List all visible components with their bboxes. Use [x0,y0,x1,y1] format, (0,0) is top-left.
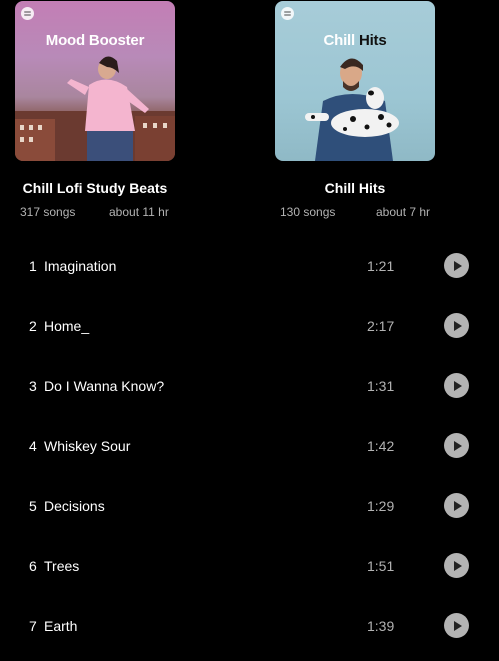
playlist-duration: about 11 hr [109,205,169,219]
playlist-duration: about 7 hr [376,205,431,219]
track-number: 1 [29,258,37,274]
song-count: 130 songs [280,205,336,219]
play-icon[interactable] [444,313,469,338]
playlist-row: Mood Booster Chill Lofi Study Beats 317 … [0,0,499,236]
playlist-cover-mood-booster[interactable]: Mood Booster [15,1,175,161]
play-icon[interactable] [444,613,469,638]
playlist-cover-chill-hits[interactable]: Chill Hits [275,1,435,161]
track-row[interactable]: 6 Trees 1:51 [0,536,499,596]
track-number: 6 [29,558,37,574]
play-icon[interactable] [444,373,469,398]
playlist-meta: 130 songs about 7 hr [270,205,440,219]
playlist-title[interactable]: Chill Lofi Study Beats [10,180,180,196]
track-number: 7 [29,618,37,634]
play-icon[interactable] [444,433,469,458]
cover-photo [305,58,399,161]
track-duration: 1:21 [367,258,395,274]
track-number: 2 [29,318,37,334]
playlist-card-chill-lofi[interactable]: Mood Booster Chill Lofi Study Beats 317 … [10,1,180,219]
track-duration: 1:39 [367,618,395,634]
track-duration: 1:51 [367,558,395,574]
track-row[interactable]: 1 Imagination 1:21 [0,236,499,296]
play-icon[interactable] [444,553,469,578]
track-title[interactable]: Imagination [44,258,116,274]
cover-photo [15,56,175,161]
track-row[interactable]: 4 Whiskey Sour 1:42 [0,416,499,476]
track-title[interactable]: Do I Wanna Know? [44,378,164,394]
track-row[interactable]: 3 Do I Wanna Know? 1:31 [0,356,499,416]
song-count: 317 songs [20,205,76,219]
play-icon[interactable] [444,253,469,278]
track-title[interactable]: Decisions [44,498,105,514]
track-number: 4 [29,438,37,454]
playlist-title[interactable]: Chill Hits [270,180,440,196]
track-row[interactable]: 7 Earth 1:39 [0,596,499,656]
track-row[interactable]: 5 Decisions 1:29 [0,476,499,536]
track-title[interactable]: Whiskey Sour [44,438,130,454]
track-title[interactable]: Trees [44,558,79,574]
track-duration: 2:17 [367,318,395,334]
playlist-meta: 317 songs about 11 hr [10,205,180,219]
track-row[interactable]: 2 Home_ 2:17 [0,296,499,356]
track-number: 3 [29,378,37,394]
track-list: 1 Imagination 1:21 2 Home_ 2:17 3 Do I W… [0,236,499,656]
playlist-card-chill-hits[interactable]: Chill Hits Chill Hits 130 songs about 7 … [270,1,440,219]
track-number: 5 [29,498,37,514]
track-title[interactable]: Earth [44,618,77,634]
track-duration: 1:42 [367,438,395,454]
track-title[interactable]: Home_ [44,318,89,334]
track-duration: 1:29 [367,498,395,514]
play-icon[interactable] [444,493,469,518]
track-duration: 1:31 [367,378,395,394]
